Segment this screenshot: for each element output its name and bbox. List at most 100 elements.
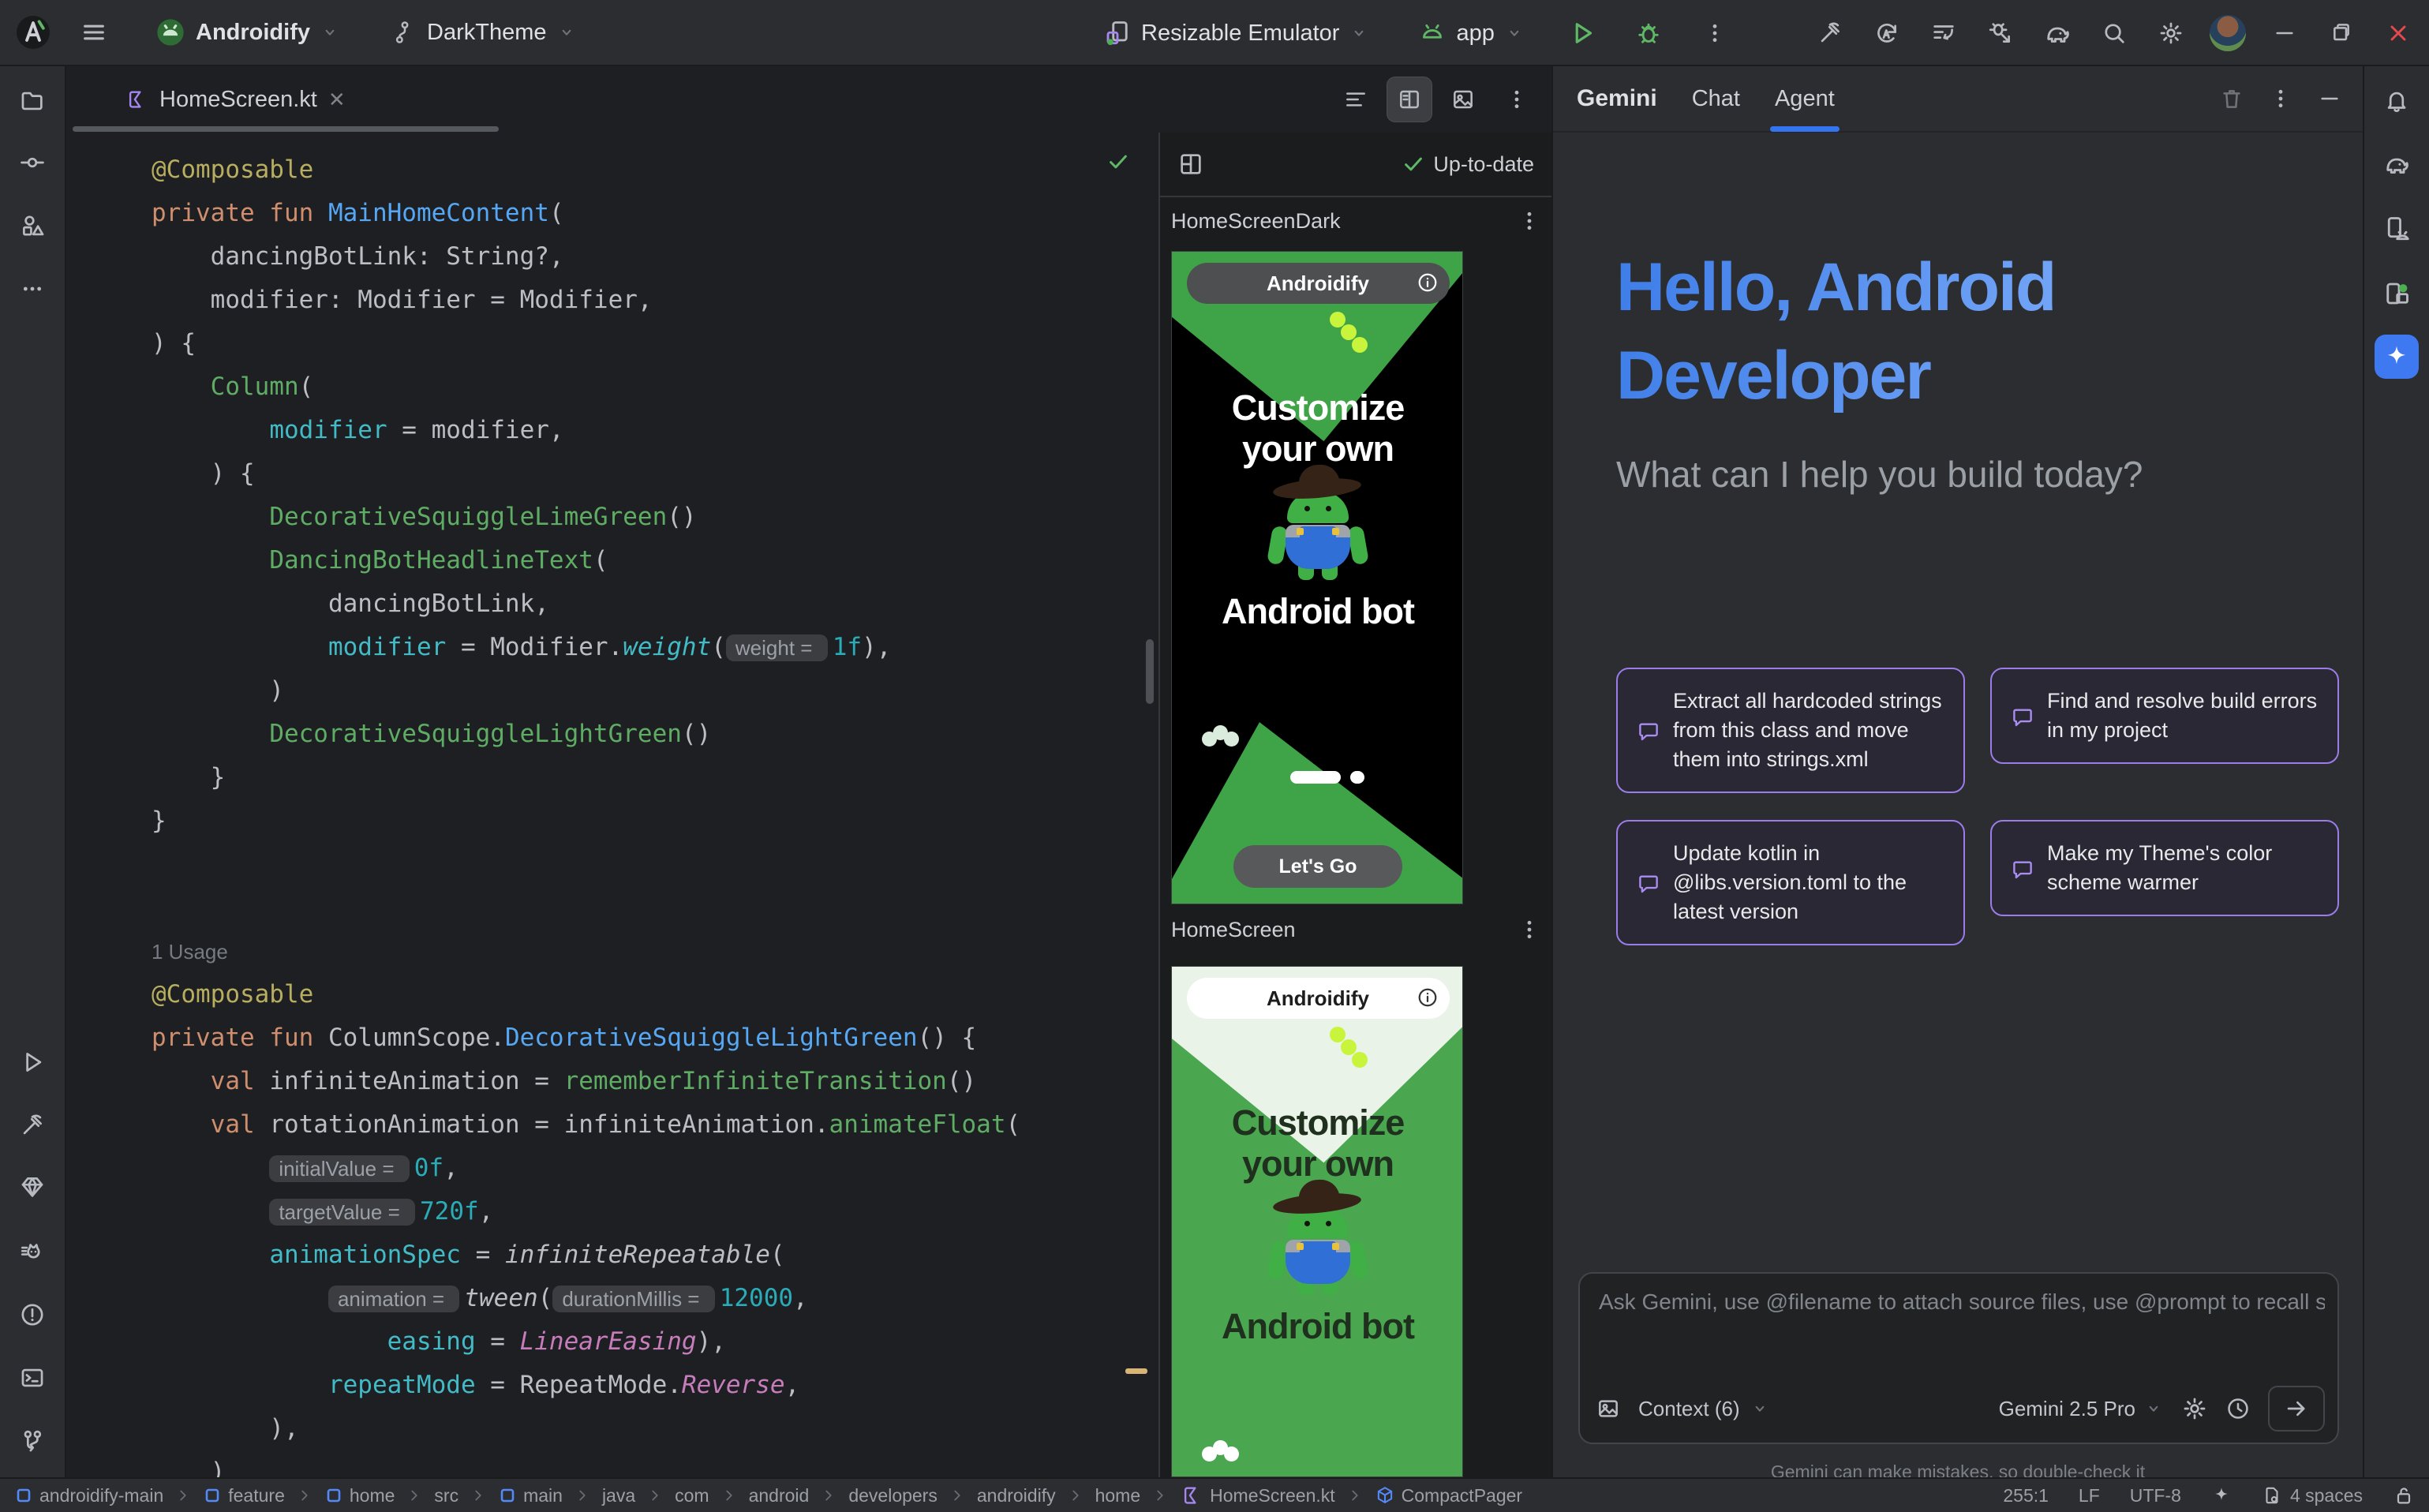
main-menu-button[interactable] xyxy=(66,9,122,56)
tab-agent[interactable]: Agent xyxy=(1775,65,1835,132)
preview-options-kebab-icon[interactable] xyxy=(1517,917,1542,942)
tool-window-commit-button[interactable] xyxy=(9,139,56,186)
project-selector[interactable]: Androidify xyxy=(140,9,354,56)
hide-panel-icon[interactable] xyxy=(2317,86,2342,111)
suggestion-card[interactable]: Extract all hardcoded strings from this … xyxy=(1616,668,1965,793)
tool-window-notifications-bell-button[interactable] xyxy=(2373,77,2420,125)
tool-window-running-devices-button[interactable] xyxy=(2373,270,2420,317)
code-editor[interactable]: @Composableprivate fun MainHomeContent( … xyxy=(66,133,1158,1477)
attach-debugger-button[interactable] xyxy=(1978,10,2023,56)
tab-homescreen-kt[interactable]: HomeScreen.kt ✕ xyxy=(110,73,360,126)
tool-window-gemini-spark-button[interactable] xyxy=(2375,335,2419,379)
tool-window-resource-manager-button[interactable] xyxy=(9,202,56,249)
send-prompt-button[interactable] xyxy=(2268,1386,2325,1432)
breadcrumb-label: home xyxy=(350,1485,395,1506)
horizontal-scrollbar[interactable] xyxy=(73,126,499,132)
code-view-button[interactable] xyxy=(1334,77,1378,122)
status-widget-4-spaces[interactable]: 4 spaces xyxy=(2262,1485,2363,1506)
chevron-right-icon xyxy=(820,1487,837,1504)
tool-window-version-control-button[interactable] xyxy=(9,1417,56,1465)
app-bar: Androidify xyxy=(1187,978,1450,1019)
breadcrumb-item[interactable]: androidify-main xyxy=(14,1485,163,1506)
editor-vertical-scrollbar[interactable] xyxy=(1146,639,1154,704)
gradle-sync-button[interactable] xyxy=(2034,10,2080,56)
tool-window-device-manager-button[interactable] xyxy=(2373,205,2420,253)
breadcrumb-item[interactable]: androidify xyxy=(977,1485,1056,1506)
gemini-panel-title: Gemini xyxy=(1577,85,1657,112)
design-view-button[interactable] xyxy=(1441,77,1485,122)
code-line: val rotationAnimation = infiniteAnimatio… xyxy=(152,1103,1020,1147)
run-button[interactable] xyxy=(1559,10,1605,56)
breadcrumb-item[interactable]: home xyxy=(324,1485,395,1506)
tool-window-app-quality-insights-button[interactable] xyxy=(9,1163,56,1211)
user-avatar[interactable] xyxy=(2205,10,2251,56)
chevron-down-icon xyxy=(1349,23,1369,43)
tool-window-more-button[interactable] xyxy=(9,265,56,313)
debug-button[interactable] xyxy=(1626,10,1671,56)
window-minimize-button[interactable] xyxy=(2262,10,2307,56)
context-dropdown[interactable]: Context (6) xyxy=(1638,1397,1770,1421)
suggestion-card[interactable]: Update kotlin in @libs.version.toml to t… xyxy=(1616,820,1965,945)
sync-apply-button[interactable] xyxy=(1864,10,1910,56)
info-icon[interactable] xyxy=(1417,986,1439,1009)
attach-image-icon[interactable] xyxy=(1596,1396,1621,1421)
profiler-button[interactable] xyxy=(1921,10,1967,56)
tool-window-terminal-button[interactable] xyxy=(9,1354,56,1402)
breadcrumb-item[interactable]: android xyxy=(749,1485,810,1506)
breadcrumb-item[interactable]: home xyxy=(1095,1485,1141,1506)
breadcrumb-item[interactable]: feature xyxy=(203,1485,285,1506)
gemini-settings-gear-icon[interactable] xyxy=(2181,1395,2208,1422)
editor-options-kebab-icon[interactable] xyxy=(1495,77,1539,122)
tool-window-run-play-button[interactable] xyxy=(9,1039,56,1086)
inspections-ok-icon[interactable] xyxy=(1106,150,1130,174)
run-configuration-selector[interactable]: app xyxy=(1404,9,1538,57)
gemini-prompt-input[interactable]: Ask Gemini, use @filename to attach sour… xyxy=(1578,1272,2339,1444)
more-actions-button[interactable] xyxy=(1692,10,1738,56)
build-hammer-button[interactable] xyxy=(1807,10,1853,56)
suggestion-card[interactable]: Find and resolve build errors in my proj… xyxy=(1990,668,2339,764)
status-widget-lf[interactable]: LF xyxy=(2079,1485,2100,1506)
dash-decoration xyxy=(1350,771,1364,784)
status-widget[interactable] xyxy=(2393,1484,2415,1506)
lets-go-button[interactable]: Let's Go xyxy=(1233,845,1403,888)
status-widget-utf-8[interactable]: UTF-8 xyxy=(2130,1485,2181,1506)
clear-chat-trash-icon[interactable] xyxy=(2219,86,2244,111)
vcs-branch-selector[interactable]: DarkTheme xyxy=(378,9,591,56)
history-clock-icon[interactable] xyxy=(2225,1396,2251,1421)
preview-layout-grid-icon[interactable] xyxy=(1177,151,1204,178)
preview-label-row: HomeScreen xyxy=(1171,917,1542,942)
breadcrumb-item[interactable]: developers xyxy=(848,1485,938,1506)
tool-window-gradle-button[interactable] xyxy=(2373,140,2420,188)
app-screen: AndroidifyCustomizeyour own Android bot xyxy=(1172,967,1463,1477)
breadcrumb-item[interactable]: com xyxy=(675,1485,709,1506)
preview-options-kebab-icon[interactable] xyxy=(1517,208,1542,234)
breadcrumb-item[interactable]: java xyxy=(602,1485,635,1506)
tool-window-project-folder-button[interactable] xyxy=(9,77,56,125)
breadcrumb-item[interactable]: CompactPager xyxy=(1375,1485,1522,1506)
settings-button[interactable] xyxy=(2148,10,2194,56)
info-icon[interactable] xyxy=(1417,271,1439,294)
tool-window-build-hammer-button[interactable] xyxy=(9,1102,56,1149)
suggestion-text: Update kotlin in @libs.version.toml to t… xyxy=(1673,839,1944,926)
status-widget-255-1[interactable]: 255:1 xyxy=(2003,1485,2049,1506)
tool-window-problems-button[interactable] xyxy=(9,1291,56,1338)
model-selector[interactable]: Gemini 2.5 Pro xyxy=(1999,1397,2164,1421)
split-view-button[interactable] xyxy=(1387,77,1432,122)
search-button[interactable] xyxy=(2091,10,2137,56)
hamburger-menu-icon xyxy=(80,19,107,46)
tool-window-logcat-button[interactable] xyxy=(9,1228,56,1275)
suggestion-card[interactable]: Make my Theme's color scheme warmer xyxy=(1990,820,2339,916)
window-maximize-button[interactable] xyxy=(2319,10,2364,56)
breadcrumb-item[interactable]: HomeScreen.kt xyxy=(1180,1484,1335,1507)
device-selector[interactable]: Resizable Emulator xyxy=(1089,9,1383,57)
code-line xyxy=(152,886,1020,930)
tab-chat[interactable]: Chat xyxy=(1692,65,1740,132)
status-label: 255:1 xyxy=(2003,1485,2049,1506)
play-icon xyxy=(1568,19,1596,47)
tab-close-icon[interactable]: ✕ xyxy=(328,88,346,112)
breadcrumb-item[interactable]: src xyxy=(434,1485,458,1506)
kebab-menu-icon[interactable] xyxy=(2268,86,2293,111)
window-close-button[interactable] xyxy=(2375,10,2421,56)
status-widget[interactable] xyxy=(2211,1485,2232,1506)
breadcrumb-item[interactable]: main xyxy=(498,1485,563,1506)
